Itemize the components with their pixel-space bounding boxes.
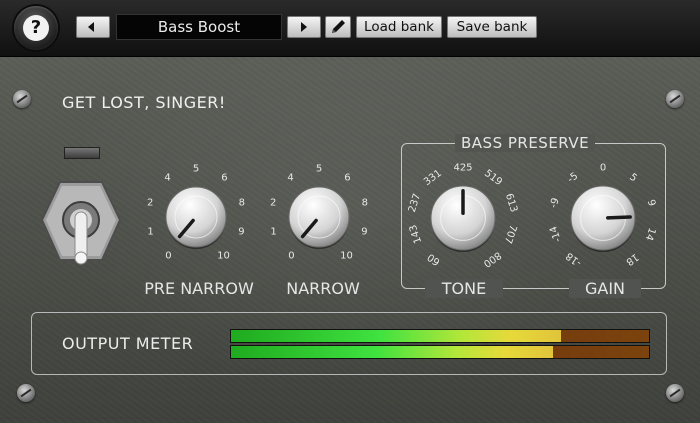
toolbar: ? Bass Boost Load bank Save bank bbox=[0, 0, 700, 57]
tone-label: TONE bbox=[425, 279, 503, 298]
output-meter-left-channel bbox=[230, 329, 650, 343]
arrow-left-icon bbox=[88, 22, 94, 32]
tone-knob[interactable] bbox=[427, 182, 499, 254]
screw-bottom-right bbox=[666, 384, 684, 402]
scale-tick-label: 5 bbox=[192, 163, 200, 175]
bass-preserve-title: BASS PRESERVE bbox=[455, 134, 596, 152]
scale-tick-label: 10 bbox=[340, 250, 353, 262]
next-preset-button[interactable] bbox=[287, 16, 321, 38]
help-button[interactable]: ? bbox=[14, 6, 58, 50]
scale-tick-label: 0 bbox=[165, 250, 172, 262]
plugin-window: ? Bass Boost Load bank Save bank GET LOS… bbox=[0, 0, 700, 423]
previous-preset-button[interactable] bbox=[76, 16, 110, 38]
pencil-icon bbox=[332, 20, 345, 33]
scale-tick-label: 4 bbox=[164, 172, 171, 184]
scale-tick-label: 2 bbox=[270, 197, 277, 209]
arrow-right-icon bbox=[301, 22, 307, 32]
scale-tick-label: 5 bbox=[315, 163, 323, 175]
scale-tick-label: 1 bbox=[270, 226, 277, 238]
output-meter-right-channel bbox=[230, 345, 650, 359]
scale-tick-label: 425 bbox=[453, 162, 473, 174]
scale-tick-label: 1 bbox=[147, 226, 154, 238]
output-meter-right-fill bbox=[231, 346, 553, 358]
edit-preset-button[interactable] bbox=[325, 16, 351, 38]
narrow-label: NARROW bbox=[286, 279, 360, 298]
question-icon: ? bbox=[23, 15, 49, 41]
screw-top-left bbox=[13, 90, 31, 108]
output-meter-left-fill bbox=[231, 330, 562, 342]
narrow-knob[interactable] bbox=[285, 183, 353, 251]
knob-pointer bbox=[606, 215, 632, 220]
scale-tick-label: 8 bbox=[238, 197, 245, 209]
bypass-toggle-switch[interactable] bbox=[40, 180, 122, 266]
load-bank-button[interactable]: Load bank bbox=[356, 16, 442, 38]
scale-tick-label: 9 bbox=[361, 226, 368, 238]
scale-tick-label: 0 bbox=[288, 250, 295, 262]
scale-tick-label: 0 bbox=[599, 162, 607, 174]
plugin-title: GET LOST, SINGER! bbox=[62, 93, 226, 112]
output-meter-label: OUTPUT METER bbox=[62, 334, 194, 353]
pre-narrow-label: PRE NARROW bbox=[144, 279, 254, 298]
scale-tick-label: 10 bbox=[217, 250, 230, 262]
scale-tick-label: 8 bbox=[361, 197, 368, 209]
scale-tick-label: 9 bbox=[238, 226, 245, 238]
pre-narrow-knob[interactable] bbox=[162, 183, 230, 251]
scale-tick-label: 4 bbox=[287, 172, 294, 184]
power-indicator-lamp bbox=[64, 147, 100, 159]
preset-name-display[interactable]: Bass Boost bbox=[116, 14, 282, 40]
screw-top-right bbox=[666, 90, 684, 108]
save-bank-button[interactable]: Save bank bbox=[447, 16, 537, 38]
gain-label: GAIN bbox=[569, 279, 641, 298]
gain-knob[interactable] bbox=[567, 182, 639, 254]
scale-tick-label: 6 bbox=[344, 172, 351, 184]
scale-tick-label: 2 bbox=[147, 197, 154, 209]
screw-bottom-left bbox=[17, 384, 35, 402]
scale-tick-label: 6 bbox=[221, 172, 228, 184]
